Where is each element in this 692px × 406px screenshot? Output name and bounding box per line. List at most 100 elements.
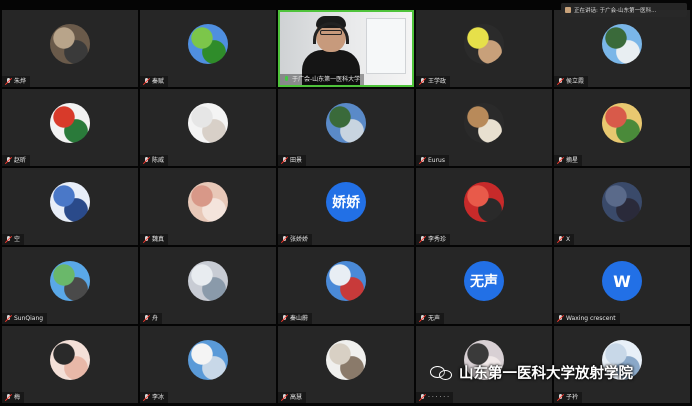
microphone-muted-icon bbox=[280, 393, 289, 402]
microphone-muted-icon bbox=[4, 156, 13, 165]
participant-tile[interactable]: 娇娇张娇娇 bbox=[278, 168, 414, 245]
participant-nameplate: 秦山蔚 bbox=[278, 313, 313, 324]
participant-nameplate: 梅 bbox=[2, 392, 25, 403]
avatar bbox=[50, 261, 90, 301]
participant-nameplate: 魏真 bbox=[140, 234, 169, 245]
avatar bbox=[188, 103, 228, 143]
participant-nameplate: SunQiang bbox=[2, 313, 48, 324]
avatar-initials: W bbox=[602, 261, 642, 301]
microphone-muted-icon bbox=[4, 77, 13, 86]
participant-tile[interactable]: 秦山蔚 bbox=[278, 247, 414, 324]
participant-tile[interactable]: 侯立霞 bbox=[554, 10, 690, 87]
microphone-muted-icon bbox=[4, 235, 13, 244]
avatar bbox=[602, 24, 642, 64]
participant-name: · · · · · · bbox=[428, 394, 449, 401]
participant-tile[interactable]: 魏真 bbox=[140, 168, 276, 245]
participant-name: X bbox=[566, 236, 571, 243]
participant-tile[interactable]: 朱烨 bbox=[2, 10, 138, 87]
participant-tile[interactable]: 陈威 bbox=[140, 89, 276, 166]
participant-nameplate: 李冰 bbox=[140, 392, 169, 403]
microphone-muted-icon bbox=[556, 77, 565, 86]
avatar bbox=[464, 24, 504, 64]
microphone-muted-icon bbox=[142, 393, 151, 402]
participant-tile[interactable]: 李秀珍 bbox=[416, 168, 552, 245]
participant-name: 张娇娇 bbox=[290, 236, 309, 243]
avatar bbox=[602, 182, 642, 222]
participant-nameplate: 侯立霞 bbox=[554, 76, 589, 87]
participant-name: Waxing crescent bbox=[566, 315, 616, 322]
participant-name: 侯立霞 bbox=[566, 78, 585, 85]
participant-name: 王学政 bbox=[428, 78, 447, 85]
participant-nameplate: 陈威 bbox=[140, 155, 169, 166]
participant-name: 子衿 bbox=[566, 394, 579, 401]
participant-tile[interactable]: 无声 无声 bbox=[416, 247, 552, 324]
speaker-banner-label: 正在讲话: 于广会-山东第一医科... bbox=[574, 8, 657, 14]
participant-grid: 朱烨 秦赋 于广会-山东第一医科大学 王学政 侯立霞赵昕 陈威 田景 Eurus 摘星空 魏真 娇娇… bbox=[2, 10, 690, 404]
avatar bbox=[50, 24, 90, 64]
participant-tile[interactable]: 摘星 bbox=[554, 89, 690, 166]
participant-tile[interactable]: 高慧 bbox=[278, 326, 414, 403]
participant-tile[interactable]: SunQiang bbox=[2, 247, 138, 324]
speaker-avatar-icon bbox=[565, 7, 571, 13]
microphone-muted-icon bbox=[556, 235, 565, 244]
wechat-icon bbox=[430, 364, 454, 382]
microphone-muted-icon bbox=[4, 393, 13, 402]
microphone-muted-icon bbox=[418, 77, 427, 86]
avatar bbox=[602, 103, 642, 143]
participant-nameplate: 赵昕 bbox=[2, 155, 31, 166]
participant-tile[interactable]: X bbox=[554, 168, 690, 245]
avatar bbox=[464, 103, 504, 143]
microphone-muted-icon bbox=[418, 393, 427, 402]
participant-tile[interactable]: 田景 bbox=[278, 89, 414, 166]
microphone-icon bbox=[283, 76, 290, 83]
participant-name: 赵昕 bbox=[14, 157, 27, 164]
participant-tile[interactable]: Eurus bbox=[416, 89, 552, 166]
participant-nameplate: · · · · · · bbox=[416, 392, 453, 403]
microphone-muted-icon bbox=[418, 156, 427, 165]
participant-tile[interactable]: 秦赋 bbox=[140, 10, 276, 87]
avatar bbox=[326, 340, 366, 380]
participant-tile[interactable]: 舟 bbox=[140, 247, 276, 324]
participant-tile[interactable]: 空 bbox=[2, 168, 138, 245]
participant-nameplate: 舟 bbox=[140, 313, 163, 324]
microphone-muted-icon bbox=[280, 156, 289, 165]
participant-name: 李冰 bbox=[152, 394, 165, 401]
watermark-text: 山东第一医科大学放射学院 bbox=[459, 366, 633, 382]
participant-name: 高慧 bbox=[290, 394, 303, 401]
participant-tile[interactable]: 梅 bbox=[2, 326, 138, 403]
microphone-muted-icon bbox=[556, 156, 565, 165]
avatar bbox=[188, 182, 228, 222]
participant-name: 梅 bbox=[14, 394, 21, 401]
participant-tile[interactable]: 赵昕 bbox=[2, 89, 138, 166]
avatar-initials: 无声 bbox=[464, 261, 504, 301]
microphone-muted-icon bbox=[280, 235, 289, 244]
participant-name: 魏真 bbox=[152, 236, 165, 243]
participant-name: 舟 bbox=[152, 315, 159, 322]
participant-name: 摘星 bbox=[566, 157, 579, 164]
participant-tile[interactable]: 于广会-山东第一医科大学 bbox=[278, 10, 414, 87]
participant-name: 空 bbox=[14, 236, 21, 243]
participant-nameplate: 空 bbox=[2, 234, 25, 245]
avatar-initials: 娇娇 bbox=[326, 182, 366, 222]
participant-tile[interactable]: 王学政 bbox=[416, 10, 552, 87]
avatar bbox=[188, 340, 228, 380]
participant-nameplate: 田景 bbox=[278, 155, 307, 166]
microphone-muted-icon bbox=[4, 314, 13, 323]
participant-name: 于广会-山东第一医科大学 bbox=[292, 76, 361, 83]
avatar bbox=[464, 182, 504, 222]
participant-name: 无声 bbox=[428, 315, 441, 322]
participant-tile[interactable]: W Waxing crescent bbox=[554, 247, 690, 324]
participant-nameplate: Eurus bbox=[416, 155, 449, 166]
microphone-muted-icon bbox=[556, 314, 565, 323]
participant-name: 李秀珍 bbox=[428, 236, 447, 243]
microphone-muted-icon bbox=[556, 393, 565, 402]
microphone-muted-icon bbox=[142, 77, 151, 86]
participant-tile[interactable]: 李冰 bbox=[140, 326, 276, 403]
participant-name: 秦赋 bbox=[152, 78, 165, 85]
microphone-muted-icon bbox=[142, 235, 151, 244]
avatar bbox=[326, 261, 366, 301]
avatar bbox=[50, 340, 90, 380]
avatar bbox=[326, 103, 366, 143]
participant-nameplate: 秦赋 bbox=[140, 76, 169, 87]
microphone-muted-icon bbox=[418, 235, 427, 244]
